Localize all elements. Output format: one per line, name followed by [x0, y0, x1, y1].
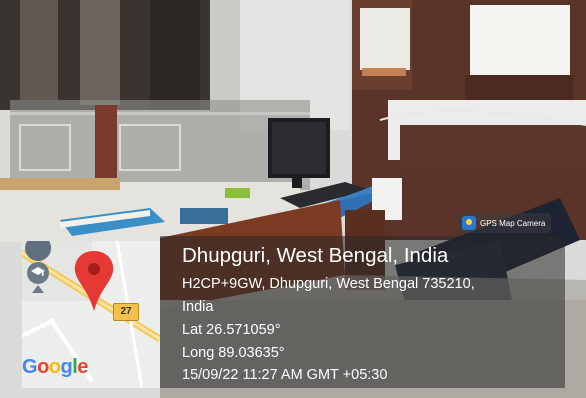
- location-title: Dhupguri, West Bengal, India: [182, 244, 449, 267]
- gps-map-camera-label: GPS Map Camera: [480, 218, 546, 228]
- longitude: Long 89.03635°: [182, 345, 285, 361]
- google-logo-letter: e: [77, 356, 88, 378]
- road-shield-27: 27: [113, 303, 139, 321]
- google-logo-letter: o: [37, 356, 49, 378]
- google-logo: Google: [22, 356, 88, 379]
- datetime: 15/09/22 11:27 AM GMT +05:30: [182, 367, 388, 383]
- location-info-panel: Dhupguri, West Bengal, India H2CP+9GW, D…: [160, 236, 565, 388]
- google-logo-letter: o: [48, 356, 61, 378]
- gps-camera-app-icon: [462, 216, 476, 230]
- google-logo-letter: G: [22, 356, 38, 378]
- office-photo: GPS Map Camera 27 Google Dhupguri, West …: [0, 0, 586, 398]
- address-line-1: H2CP+9GW, Dhupguri, West Bengal 735210,: [182, 276, 475, 292]
- latitude: Lat 26.571059°: [182, 322, 281, 338]
- address-line-2: India: [182, 299, 214, 315]
- google-logo-letter: g: [60, 356, 73, 378]
- gps-map-camera-badge: GPS Map Camera: [458, 213, 552, 233]
